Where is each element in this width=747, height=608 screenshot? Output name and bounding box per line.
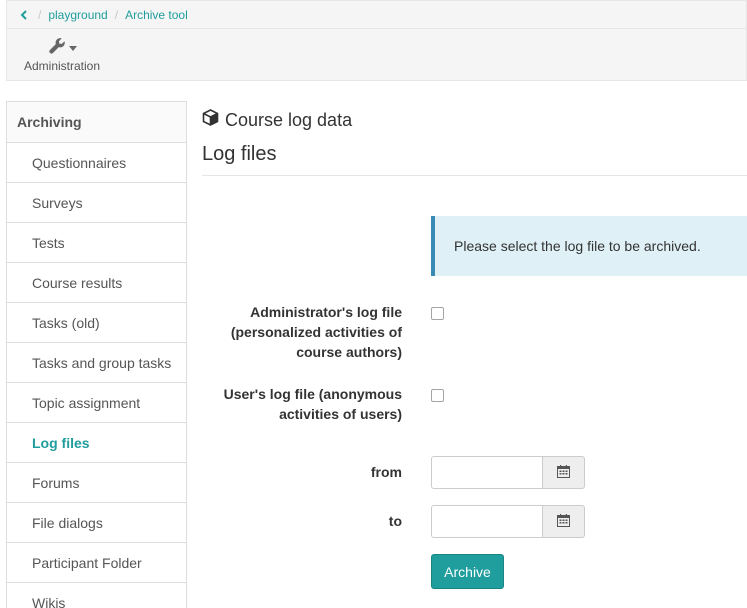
sidebar-item-log-files[interactable]: Log files [7,423,186,463]
breadcrumb-separator: / [114,7,119,22]
sidebar-item-participant-folder[interactable]: Participant Folder [7,543,186,583]
course-title: Course log data [202,109,352,131]
caret-down-icon [68,38,77,54]
sidebar-item-topic-assignment[interactable]: Topic assignment [7,383,186,423]
sidebar-item-tests[interactable]: Tests [7,223,186,263]
administration-label: Administration [23,59,101,73]
breadcrumb-archive-tool-link[interactable]: Archive tool [125,8,188,22]
sidebar-item-course-results[interactable]: Course results [7,263,186,303]
to-label: to [388,513,402,529]
breadcrumb: / playground / Archive tool [6,0,747,28]
info-message: Please select the log file to be archive… [431,216,747,276]
to-date-input[interactable] [431,505,543,538]
cube-icon [202,109,219,131]
archive-button[interactable]: Archive [431,554,504,589]
sidebar-item-wikis[interactable]: Wikis [7,583,186,608]
calendar-icon [557,464,570,481]
back-chevron-icon[interactable] [17,8,31,22]
admin-log-label-line: Administrator's log file [250,304,402,320]
title-divider [202,175,747,176]
from-label: from [370,464,402,480]
user-log-label: User's log file (anonymous activities of… [224,384,402,424]
toolbar: Administration [6,28,747,81]
user-log-label-line: activities of users) [279,406,402,422]
user-log-label-line: User's log file (anonymous [223,386,402,402]
archiving-sidebar: Archiving Questionnaires Surveys Tests Cour… [6,101,187,608]
course-title-text: Course log data [225,109,353,130]
sidebar-item-questionnaires[interactable]: Questionnaires [7,143,186,183]
breadcrumb-separator: / [38,7,42,22]
from-date-input[interactable] [431,456,543,489]
admin-log-label-line: course authors) [296,344,402,360]
sidebar-item-tasks-old[interactable]: Tasks (old) [7,303,186,343]
calendar-icon [557,513,570,530]
sidebar-heading[interactable]: Archiving [7,102,186,143]
administration-menu-button[interactable]: Administration [15,35,109,77]
from-calendar-button[interactable] [543,456,585,489]
sidebar-item-surveys[interactable]: Surveys [7,183,186,223]
to-calendar-button[interactable] [543,505,585,538]
from-date-group [431,456,585,489]
admin-log-label: Administrator's log file (personalized a… [231,302,402,362]
wrench-icon [48,35,77,57]
sidebar-item-tasks-and-group-tasks[interactable]: Tasks and group tasks [7,343,186,383]
sidebar-item-forums[interactable]: Forums [7,463,186,503]
breadcrumb-playground-link[interactable]: playground [48,8,107,22]
page-title: Log files [202,143,277,165]
to-date-group [431,505,585,538]
user-log-checkbox[interactable] [431,389,444,402]
admin-log-label-line: (personalized activities of [230,324,402,340]
admin-log-checkbox[interactable] [431,307,444,320]
sidebar-item-file-dialogs[interactable]: File dialogs [7,503,186,543]
info-message-text: Please select the log file to be archive… [454,238,701,254]
